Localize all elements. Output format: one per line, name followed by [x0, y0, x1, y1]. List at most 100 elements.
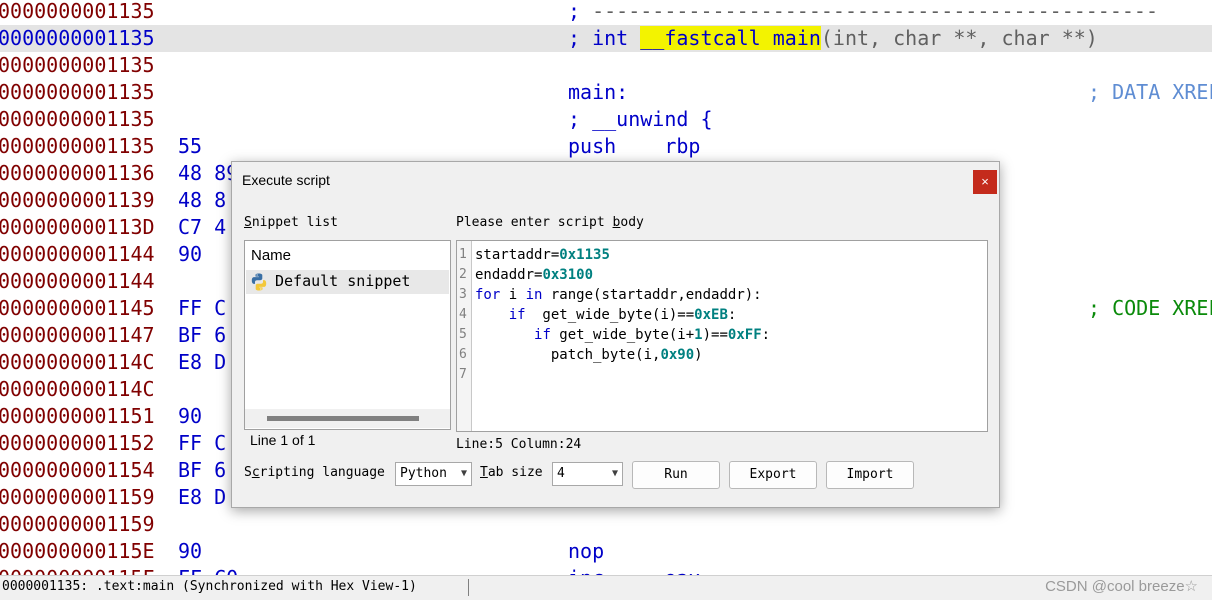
instruction[interactable]: main: — [568, 79, 628, 106]
run-button[interactable]: Run — [632, 461, 720, 489]
close-icon: × — [981, 174, 989, 189]
tab-size-value: 4 — [557, 466, 565, 481]
number-token: 0xEB — [694, 307, 728, 323]
opcode-bytes: BF 6 — [178, 323, 227, 347]
text-token: : — [761, 327, 771, 343]
address: 0000000001151 — [0, 404, 155, 428]
line-number: 2 — [459, 267, 467, 282]
line-number: 6 — [459, 347, 467, 362]
keyword-token: in — [525, 287, 543, 303]
listing-row[interactable]: 0000000001135 55 push rbp — [0, 133, 1212, 160]
dialog-title: Execute script — [242, 172, 330, 188]
address: 0000000001159 — [0, 485, 155, 509]
import-button[interactable]: Import — [826, 461, 914, 489]
listing-row[interactable]: 000000000115E 90 nop — [0, 538, 1212, 565]
signature-prefix: ; int — [568, 26, 641, 50]
opcode-bytes: C7 4 — [178, 215, 227, 239]
watermark: CSDN @cool breeze☆ — [1045, 578, 1198, 595]
script-line[interactable]: if get_wide_byte(i)==0xEB: — [475, 305, 737, 325]
listing-row[interactable]: 000000000115F FF C0 inc eax — [0, 565, 1212, 575]
opcode-bytes: E8 D — [178, 350, 227, 374]
address: 000000000115E — [0, 539, 155, 563]
listing-row[interactable]: 0000000001135 — [0, 52, 1212, 79]
address: 000000000114C — [0, 350, 155, 374]
opcode-bytes: 90 — [178, 404, 203, 428]
instruction[interactable]: push rbp — [568, 133, 700, 160]
line-number: 3 — [459, 287, 467, 302]
instruction[interactable]: nop — [568, 538, 604, 565]
text-token: range(startaddr,endaddr): — [542, 287, 762, 303]
instruction[interactable]: ; int __fastcall main(int, char **, char… — [568, 25, 1098, 52]
address: 000000000113D — [0, 215, 155, 239]
script-line[interactable]: endaddr=0x3100 — [475, 265, 593, 285]
cursor-position: Line:5 Column:24 — [456, 437, 582, 452]
snippet-list-label: Snippet list — [244, 215, 338, 230]
address: 000000000114C — [0, 377, 155, 401]
number-token: 0xFF — [727, 327, 762, 343]
signature-highlighted: __fastcall main — [640, 26, 821, 50]
tab-size-label: Tab size — [480, 465, 543, 480]
address: 0000000001152 — [0, 431, 155, 455]
opcode-bytes: FF C — [178, 431, 227, 455]
script-line[interactable]: patch_byte(i,0x90) — [475, 345, 703, 365]
scrollbar-thumb[interactable] — [267, 416, 419, 421]
language-value: Python — [400, 466, 447, 481]
text-token: )== — [702, 327, 728, 343]
chevron-down-icon: ▼ — [611, 468, 618, 479]
listing-row[interactable]: 0000000001135 ; __unwind { — [0, 106, 1212, 133]
instruction[interactable]: ; --------------------------------------… — [568, 0, 1158, 25]
text-token: : — [727, 307, 737, 323]
instruction[interactable]: ; __unwind { — [568, 106, 713, 133]
opcode-bytes: 90 — [178, 242, 203, 266]
opcode-bytes: 48 8 — [178, 188, 227, 212]
script-line[interactable]: for i in range(startaddr,endaddr): — [475, 285, 762, 305]
snippet-list-header[interactable]: Name — [251, 247, 291, 264]
snippet-item[interactable]: Default snippet — [246, 270, 449, 294]
address: 0000000001135 — [0, 26, 155, 50]
listing-row[interactable]: 0000000001135 main: ; DATA XREF — [0, 79, 1212, 106]
text-token: startaddr= — [475, 247, 560, 263]
instruction[interactable]: inc eax — [568, 565, 700, 575]
line-counter: Line 1 of 1 — [250, 432, 316, 448]
address: 0000000001139 — [0, 188, 155, 212]
status-text: 0000001135: .text:main (Synchronized wit… — [2, 579, 417, 594]
listing-row-selected[interactable]: 0000000001135 ; int __fastcall main(int, … — [0, 25, 1212, 52]
signature-suffix: (int, char **, char **) — [820, 26, 1098, 50]
horizontal-scrollbar[interactable] — [245, 409, 450, 428]
address: 0000000001135 — [0, 107, 155, 131]
tab-size-select[interactable]: 4 ▼ — [552, 462, 623, 486]
line-number: 7 — [459, 367, 467, 382]
listing-row[interactable]: 0000000001159 — [0, 511, 1212, 538]
address: 0000000001136 — [0, 161, 155, 185]
address: 0000000001135 — [0, 134, 155, 158]
language-select[interactable]: Python ▼ — [395, 462, 472, 486]
script-editor[interactable]: 1 2 3 4 5 6 7 startaddr=0x1135 endaddr=0x3100 fo… — [456, 240, 988, 432]
script-line[interactable]: startaddr=0x1135 — [475, 245, 610, 265]
line-number: 1 — [459, 247, 467, 262]
status-separator — [468, 579, 469, 596]
keyword-token: if — [534, 327, 551, 343]
address: 0000000001144 — [0, 242, 155, 266]
line-number-gutter: 1 2 3 4 5 6 7 — [457, 241, 472, 431]
address: 0000000001135 — [0, 0, 155, 23]
xref-comment[interactable]: ; DATA XREF — [1088, 79, 1212, 106]
line-number: 5 — [459, 327, 467, 342]
status-bar: 0000001135: .text:main (Synchronized wit… — [0, 575, 1212, 600]
opcode-bytes: FF C — [178, 296, 227, 320]
address: 0000000001135 — [0, 80, 155, 104]
xref-comment[interactable]: ; CODE XREF — [1088, 295, 1212, 322]
text-token: get_wide_byte(i+ — [550, 327, 695, 343]
line-number: 4 — [459, 307, 467, 322]
text-token: i — [500, 287, 526, 303]
opcode-bytes: 90 — [178, 539, 203, 563]
text-token: get_wide_byte(i)== — [525, 307, 695, 323]
dialog-titlebar[interactable]: Execute script × — [232, 162, 999, 199]
snippet-list[interactable]: Name Default snippet — [244, 240, 451, 430]
export-button[interactable]: Export — [729, 461, 817, 489]
snippet-name: Default snippet — [275, 272, 411, 290]
listing-row[interactable]: 0000000001135 ; -------------------------… — [0, 0, 1212, 25]
script-line[interactable]: if get_wide_byte(i+1)==0xFF: — [475, 325, 770, 345]
close-button[interactable]: × — [973, 170, 997, 194]
